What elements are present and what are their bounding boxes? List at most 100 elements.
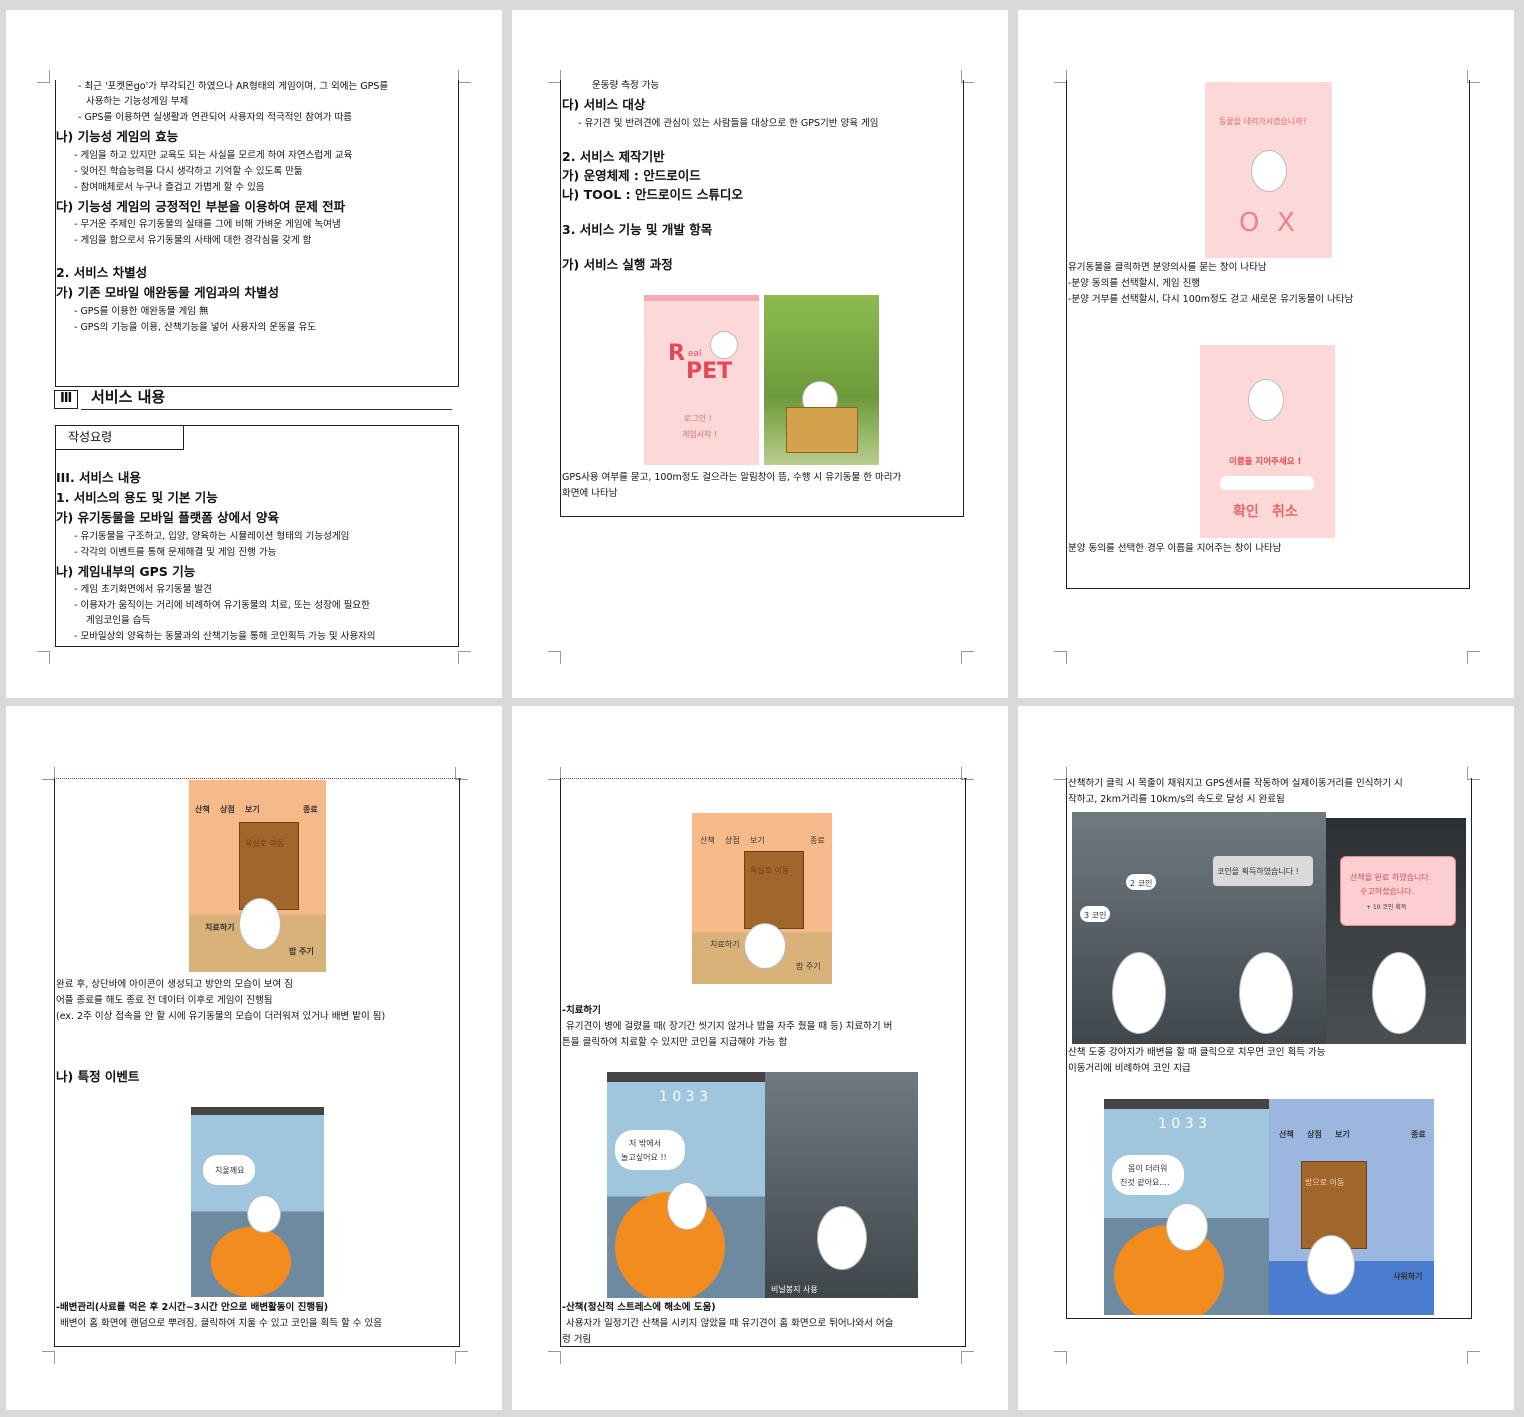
text-line: 완료 후, 상단바에 아이콘이 생성되고 방안의 모습이 보여 짐 bbox=[56, 979, 293, 990]
crop-mark bbox=[42, 1351, 55, 1364]
menu-view[interactable]: 보기 bbox=[1335, 1129, 1350, 1140]
crop-mark bbox=[548, 1351, 561, 1364]
naming-dialog-screenshot: 이름을 지어주세요 ! 확인 취소 bbox=[1200, 345, 1335, 538]
puppy-icon bbox=[1372, 952, 1426, 1034]
caption: 분양 동의를 선택한 경우 이름을 지어주는 창이 나타남 bbox=[1068, 543, 1282, 554]
menu-view[interactable]: 보기 bbox=[245, 804, 260, 815]
caption: 배변이 홈 화면에 랜덤으로 뿌려짐, 클릭하여 치울 수 있고 코인을 획득 … bbox=[60, 1318, 382, 1329]
puppy-icon bbox=[817, 1206, 867, 1270]
caption: 화면에 나타남 bbox=[562, 488, 618, 499]
name-input[interactable] bbox=[1220, 476, 1314, 490]
menu-exit[interactable]: 종료 bbox=[810, 835, 825, 846]
text-line: - 게임을 함으로서 유기동물의 사태에 대한 경각심을 갖게 함 bbox=[74, 235, 312, 246]
text-line: 유기동물을 클릭하면 분양의사를 묻는 창이 나타남 bbox=[1068, 262, 1267, 273]
page-4: 산책 상점 보기 종료 욕실로 이동 치료하기 밥 주기 완료 후, 상단바에 … bbox=[6, 706, 502, 1410]
heading: III. 서비스 내용 bbox=[56, 470, 141, 485]
text-line: 산책 도중 강아지가 배변을 할 때 클릭으로 치우면 코인 획득 가능 bbox=[1068, 1047, 1326, 1058]
box-icon bbox=[786, 407, 858, 453]
bathroom-door[interactable] bbox=[239, 822, 299, 910]
puppy-icon bbox=[1239, 952, 1293, 1034]
accept-button[interactable]: O bbox=[1239, 210, 1259, 236]
shower-button[interactable]: 샤워하기 bbox=[1393, 1271, 1422, 1282]
puppy-icon bbox=[1307, 1235, 1355, 1295]
complete-text: 산책을 완료 하였습니다. bbox=[1350, 873, 1432, 882]
caption: 튼을 클릭하여 치료할 수 있지만 코인을 지급해야 가능 함 bbox=[562, 1037, 788, 1048]
toast-text: 코인을 획득하였습니다 ! bbox=[1217, 867, 1299, 876]
bubble-text: 놀고싶어요 !! bbox=[621, 1153, 667, 1162]
start-button[interactable]: 게임시작 ! bbox=[682, 431, 717, 439]
night-walk-screenshot: 비닐봉지 사용 bbox=[765, 1072, 918, 1298]
subheading: 나) 기능성 게임의 효능 bbox=[56, 129, 179, 144]
menu-shop[interactable]: 상점 bbox=[725, 835, 740, 846]
crop-mark bbox=[961, 1351, 974, 1364]
subheading: 나) TOOL : 안드로이드 스튜디오 bbox=[562, 187, 743, 202]
door-label: 욕실로 이동 bbox=[245, 839, 285, 848]
walk-request-screenshot: 1 0 3 3 저 밖에서 놀고싶어요 !! bbox=[607, 1072, 765, 1298]
subheading: 가) 서비스 실행 과정 bbox=[562, 257, 673, 272]
crop-mark bbox=[1054, 1351, 1067, 1364]
subheading: 나) 특정 이벤트 bbox=[56, 1069, 140, 1084]
menu-view[interactable]: 보기 bbox=[750, 835, 765, 846]
text-line: - GPS를 이용한 애완동물 게임 無 bbox=[74, 306, 209, 317]
caption-title: -치료하기 bbox=[562, 1005, 601, 1016]
text-line: 사용하는 기능성게임 부제 bbox=[86, 96, 189, 107]
text-line: - 모바일상의 양육하는 동물과의 산책기능을 통해 코인획득 가능 및 사용자… bbox=[74, 631, 376, 642]
room-screenshot: 산책 상점 보기 종료 욕실로 이동 치료하기 밥 주기 bbox=[692, 813, 832, 984]
puppy-icon bbox=[744, 923, 786, 969]
menu-exit[interactable]: 종료 bbox=[1411, 1129, 1426, 1140]
text-line: - 게임 초기화면에서 유기동물 발견 bbox=[74, 584, 212, 595]
logo-pet: PET bbox=[686, 359, 733, 384]
crop-mark bbox=[1054, 651, 1067, 664]
complete-text: 수고하셨습니다. bbox=[1360, 887, 1415, 896]
section-rule bbox=[81, 409, 452, 410]
text-line: 어플 종료를 해도 종료 전 데이터 이후로 게임이 진행됨 bbox=[56, 995, 273, 1006]
puppy-icon bbox=[1112, 952, 1166, 1034]
caption: 유기견이 병에 걸렸을 때( 장기간 씻기지 않거나 밥을 자주 줬을 때 등)… bbox=[566, 1021, 893, 1032]
login-screenshot: R eal PET 로그인 ! 게임시작 ! bbox=[644, 295, 759, 465]
text-line: 이동거리에 비례하여 코인 지급 bbox=[1068, 1063, 1191, 1074]
confirm-button[interactable]: 확인 bbox=[1233, 505, 1259, 519]
bathroom-screenshot: 산책 상점 보기 종료 방으로 이동 샤워하기 bbox=[1269, 1099, 1434, 1315]
text-line: - 게임을 하고 있지만 교육도 되는 사실을 모르게 하여 자연스럽게 교육 bbox=[74, 150, 353, 161]
menu-walk[interactable]: 산책 bbox=[700, 835, 715, 846]
menu-walk[interactable]: 산책 bbox=[195, 804, 210, 815]
menu-shop[interactable]: 상점 bbox=[1307, 1129, 1322, 1140]
coin-text: 2 코인 bbox=[1130, 879, 1153, 888]
door-label: 욕실로 이동 bbox=[750, 866, 790, 875]
section-title: 서비스 내용 bbox=[91, 388, 166, 406]
menu-walk[interactable]: 산책 bbox=[1279, 1129, 1294, 1140]
subheading: 가) 기존 모바일 애완동물 게임과의 차별성 bbox=[56, 285, 279, 300]
caption: 사용자가 일정기간 산책을 시키지 않았을 때 유기견이 홈 화면으로 튀어나와… bbox=[566, 1318, 894, 1329]
reject-button[interactable]: X bbox=[1277, 210, 1295, 236]
login-button[interactable]: 로그인 ! bbox=[684, 415, 712, 423]
feed-button[interactable]: 밥 주기 bbox=[289, 946, 314, 957]
adopt-dialog-screenshot: 동물을 데려가시겠습니까? O X bbox=[1205, 82, 1332, 258]
text-line: 작하고, 2km거리를 10km/s의 속도로 달성 시 완료됨 bbox=[1068, 794, 1285, 805]
text-line: - 잊어진 학습능력을 다시 생각하고 기억할 수 있도록 만듦 bbox=[74, 166, 303, 177]
crop-mark bbox=[1467, 1351, 1480, 1364]
bubble-text: 몸이 더러워 bbox=[1128, 1164, 1168, 1173]
text-line: (ex. 2주 이상 접속을 안 할 시에 유기동물의 모습이 더러워져 있거나… bbox=[56, 1011, 386, 1022]
subheading: 다) 기능성 게임의 긍정적인 부분을 이용하여 문제 전파 bbox=[56, 199, 346, 214]
text-line: 산책하기 클릭 시 목줄이 채워지고 GPS센서를 작동하여 실제이동거리를 인… bbox=[1068, 778, 1403, 789]
poop-event-screenshot: 치울께요 bbox=[191, 1107, 324, 1297]
text-line: - 참여매체로서 누구나 즐겁고 가볍게 할 수 있음 bbox=[74, 182, 265, 193]
caption-title: -배변관리(사료를 먹은 후 2시간~3시간 안으로 배변활동이 진행됨) bbox=[56, 1302, 329, 1313]
text-line: 게임코인을 습득 bbox=[86, 615, 151, 626]
character-icon bbox=[211, 1227, 291, 1297]
heal-button[interactable]: 치료하기 bbox=[710, 939, 739, 950]
puppy-icon bbox=[1166, 1203, 1208, 1251]
section-number: Ⅲ bbox=[60, 391, 73, 406]
cancel-button[interactable]: 취소 bbox=[1272, 505, 1298, 519]
subheading: 다) 서비스 대상 bbox=[562, 97, 646, 112]
clock: 1 0 3 3 bbox=[1158, 1116, 1207, 1132]
menu-shop[interactable]: 상점 bbox=[220, 804, 235, 815]
text-line: - 유기견 및 반려견에 관심이 있는 사람들을 대상으로 한 GPS기반 양육… bbox=[578, 118, 879, 129]
bathroom-door[interactable] bbox=[744, 851, 804, 929]
menu-exit[interactable]: 종료 bbox=[303, 804, 318, 815]
heal-button[interactable]: 치료하기 bbox=[205, 922, 234, 933]
feed-button[interactable]: 밥 주기 bbox=[796, 961, 821, 972]
page-5: 산책 상점 보기 종료 욕실로 이동 치료하기 밥 주기 -치료하기 유기견이 … bbox=[512, 706, 1008, 1410]
text-line: 운동량 측정 가능 bbox=[592, 80, 660, 91]
dirty-dog-screenshot: 1 0 3 3 몸이 더러워 진것 같아요.... bbox=[1104, 1099, 1269, 1315]
